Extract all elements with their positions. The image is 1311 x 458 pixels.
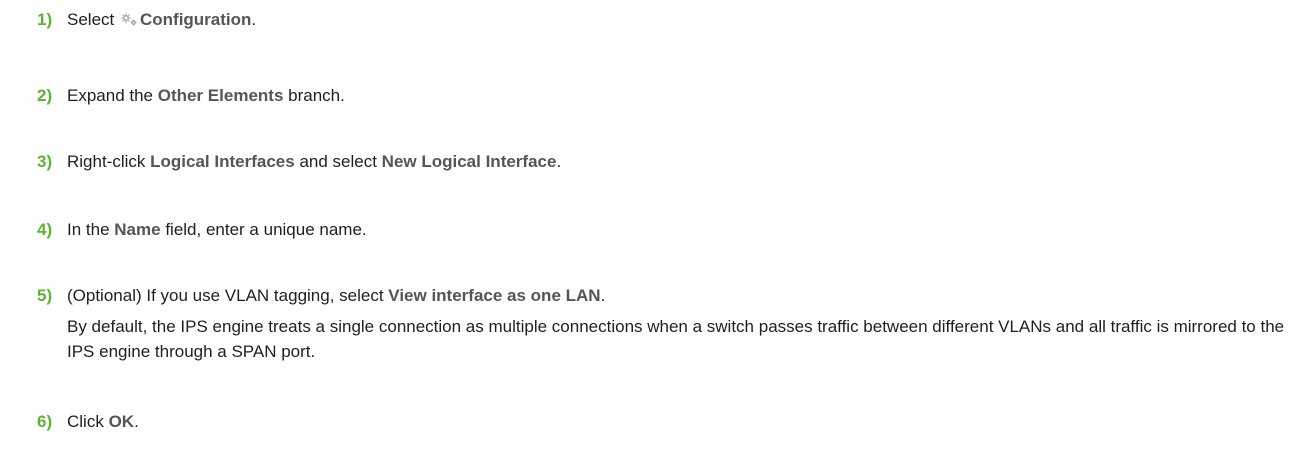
- ui-term-configuration: Configuration: [139, 10, 252, 29]
- step-text-part: .: [556, 152, 562, 171]
- step-text-part: .: [134, 412, 139, 431]
- step-note: By default, the IPS engine treats a sing…: [67, 317, 1285, 361]
- step-number: 1): [37, 10, 53, 29]
- step-text-part: and select: [299, 152, 377, 171]
- step-number: 4): [37, 220, 53, 239]
- step-text: In the Name field, enter a unique name.: [67, 220, 367, 240]
- step-text: Right-click Logical Interfaces and selec…: [67, 152, 561, 172]
- step-number: 6): [37, 412, 53, 431]
- step-text: Expand the Other Elements branch.: [67, 86, 345, 106]
- ui-term-name: Name: [114, 220, 161, 239]
- ui-term-other-elements: Other Elements: [157, 86, 284, 105]
- step-text: (Optional) If you use VLAN tagging, sele…: [67, 286, 605, 306]
- ui-term-logical-interfaces: Logical Interfaces: [150, 152, 295, 171]
- step-text-part: Click: [67, 412, 104, 431]
- step-text-part: Select: [67, 10, 115, 29]
- step-number: 3): [37, 152, 53, 171]
- step-text-part: In the: [67, 220, 110, 239]
- step-text-part: Right-click: [67, 152, 146, 171]
- step-text-part: .: [600, 286, 606, 305]
- step-number: 5): [37, 286, 53, 305]
- step-text-part: .: [251, 10, 257, 29]
- ui-term-ok: OK: [108, 412, 135, 431]
- ui-term-new-logical-interface: New Logical Interface: [381, 152, 557, 171]
- step-text-part: field, enter a unique name.: [165, 220, 367, 239]
- step-text-part: (Optional) If you use VLAN tagging, sele…: [67, 286, 384, 305]
- step-text-part: Expand the: [67, 86, 154, 105]
- gear-icon: [120, 11, 138, 26]
- step-text: Select Configuration.: [67, 10, 256, 30]
- step-text-part: branch.: [288, 86, 345, 105]
- step-number: 2): [37, 86, 53, 105]
- step-text: Click OK.: [67, 412, 139, 432]
- ui-term-view-interface-as-one-lan: View interface as one LAN: [388, 286, 601, 305]
